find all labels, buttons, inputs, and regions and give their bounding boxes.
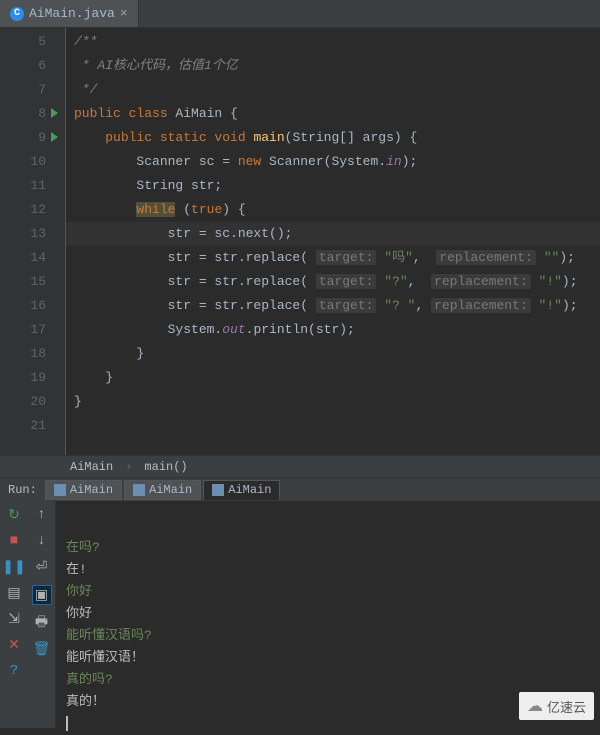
line-number: 14: [0, 246, 46, 270]
code-line[interactable]: }: [74, 342, 600, 366]
line-number: 20: [0, 390, 46, 414]
up-icon[interactable]: ↑: [34, 507, 50, 523]
run-actions-column-1: ↻ ■ ❚❚ ▤ ⇲ ✕ ?: [0, 501, 28, 728]
line-number: 13: [0, 222, 46, 246]
line-number: 9: [0, 126, 46, 150]
console-input-line: 在吗?: [66, 537, 600, 559]
console-output-line: 你好: [66, 603, 600, 625]
code-line[interactable]: public static void main(String[] args) {: [74, 126, 600, 150]
run-actions-column-2: ↑ ↓ ⏎ ▣ 🖶 🗑: [28, 501, 56, 728]
run-tool-window: ↻ ■ ❚❚ ▤ ⇲ ✕ ? ↑ ↓ ⏎ ▣ 🖶 🗑 在吗?在!你好你好能听懂汉…: [0, 501, 600, 728]
line-number: 19: [0, 366, 46, 390]
line-number: 16: [0, 294, 46, 318]
tab-filename: AiMain.java: [29, 6, 115, 21]
code-line[interactable]: }: [74, 390, 600, 414]
run-label: Run:: [0, 483, 45, 497]
code-line[interactable]: Scanner sc = new Scanner(System.in);: [74, 150, 600, 174]
run-config-icon: [133, 484, 145, 496]
watermark-text: 亿速云: [547, 697, 586, 716]
layout-icon[interactable]: ▤: [6, 585, 22, 601]
line-number: 21: [0, 414, 46, 438]
console-output-line: 在!: [66, 559, 600, 581]
code-line[interactable]: * AI核心代码，估值1个亿: [74, 54, 600, 78]
console-cursor: [66, 716, 68, 731]
console-input-line: 真的吗?: [66, 669, 600, 691]
line-number: 8: [0, 102, 46, 126]
line-number: 6: [0, 54, 46, 78]
run-config-icon: [212, 484, 224, 496]
line-number: 7: [0, 78, 46, 102]
java-class-icon: C: [10, 7, 24, 21]
code-line[interactable]: str = str.replace( target: "? ", replace…: [74, 294, 600, 318]
line-number: 17: [0, 318, 46, 342]
line-number-gutter: 56789101112131415161718192021: [0, 28, 52, 455]
wrap-icon[interactable]: ⏎: [34, 559, 50, 575]
watermark: ☁ 亿速云: [519, 692, 594, 720]
line-number: 12: [0, 198, 46, 222]
code-line[interactable]: while (true) {: [74, 198, 600, 222]
run-gutter-icon[interactable]: [51, 132, 58, 142]
run-config-tab[interactable]: AiMain: [45, 480, 122, 500]
breadcrumb: AiMain › main(): [0, 455, 600, 477]
attach-icon[interactable]: ⇲: [6, 611, 22, 627]
run-config-tab[interactable]: AiMain: [203, 480, 280, 500]
code-line[interactable]: String str;: [74, 174, 600, 198]
print-icon[interactable]: 🖶: [34, 615, 50, 631]
code-area[interactable]: /** * AI核心代码，估值1个亿 */public class AiMain…: [66, 28, 600, 455]
code-line[interactable]: str = str.replace( target: "吗", replacem…: [74, 246, 600, 270]
file-tab[interactable]: C AiMain.java ×: [0, 0, 139, 27]
help-icon[interactable]: ?: [6, 663, 22, 679]
line-number: 10: [0, 150, 46, 174]
line-number: 5: [0, 30, 46, 54]
run-config-tab[interactable]: AiMain: [124, 480, 201, 500]
code-line[interactable]: str = str.replace( target: "?", replacem…: [74, 270, 600, 294]
rerun-icon[interactable]: ↻: [6, 507, 22, 523]
stop-icon[interactable]: ■: [6, 533, 22, 549]
cloud-icon: ☁: [527, 696, 543, 716]
editor-tab-bar: C AiMain.java ×: [0, 0, 600, 28]
pause-icon[interactable]: ❚❚: [6, 559, 22, 575]
chevron-right-icon: ›: [125, 460, 132, 474]
console-output-line: 能听懂汉语！: [66, 647, 600, 669]
line-number: 18: [0, 342, 46, 366]
code-line[interactable]: }: [74, 366, 600, 390]
code-line[interactable]: public class AiMain {: [74, 102, 600, 126]
down-icon[interactable]: ↓: [34, 533, 50, 549]
scroll-end-icon[interactable]: ▣: [32, 585, 52, 605]
close-icon[interactable]: ×: [120, 6, 128, 21]
code-line[interactable]: */: [74, 78, 600, 102]
code-line[interactable]: [74, 414, 600, 438]
fold-column: [52, 28, 66, 455]
run-gutter-icon[interactable]: [51, 108, 58, 118]
run-config-icon: [54, 484, 66, 496]
breadcrumb-method[interactable]: main(): [144, 460, 187, 474]
console-input-line: 你好: [66, 581, 600, 603]
code-editor[interactable]: 56789101112131415161718192021 /** * AI核心…: [0, 28, 600, 455]
trash-icon[interactable]: 🗑: [34, 641, 50, 657]
console-input-line: 能听懂汉语吗?: [66, 625, 600, 647]
close-run-icon[interactable]: ✕: [6, 637, 22, 653]
line-number: 15: [0, 270, 46, 294]
run-tab-bar: Run: AiMainAiMainAiMain: [0, 477, 600, 501]
code-line[interactable]: /**: [74, 30, 600, 54]
code-line[interactable]: str = sc.next();: [66, 222, 600, 246]
line-number: 11: [0, 174, 46, 198]
breadcrumb-class[interactable]: AiMain: [70, 460, 113, 474]
code-line[interactable]: System.out.println(str);: [74, 318, 600, 342]
